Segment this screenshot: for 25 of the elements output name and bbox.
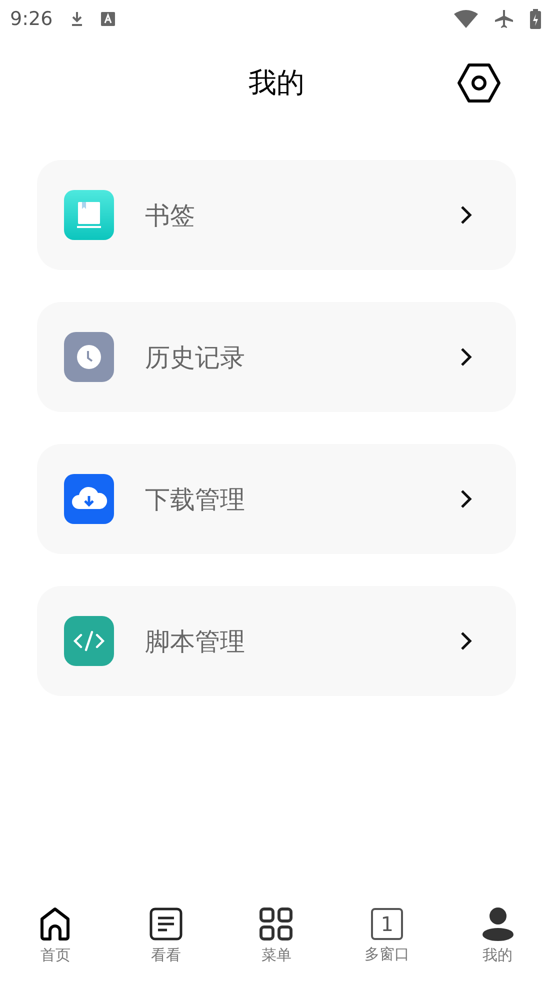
tab-item[interactable]: 看看	[110, 892, 222, 980]
settings-icon[interactable]	[457, 63, 501, 103]
battery-icon	[530, 9, 541, 29]
chevron-right-icon	[460, 489, 472, 509]
menu-item[interactable]: 书签	[37, 160, 516, 270]
book-icon	[64, 190, 114, 240]
page-title: 我的	[248, 65, 304, 101]
tab-item[interactable]: 1 多窗口	[332, 892, 442, 980]
cloud-download-icon	[64, 474, 114, 524]
tab-item[interactable]: 我的	[442, 892, 553, 980]
tab-item[interactable]: 首页	[0, 892, 111, 980]
airplane-icon	[494, 9, 514, 29]
code-icon	[64, 616, 114, 666]
chevron-right-icon	[460, 205, 472, 225]
clock-icon	[64, 332, 114, 382]
tab-item[interactable]: 菜单	[221, 892, 332, 980]
chevron-right-icon	[460, 347, 472, 367]
menu-item[interactable]: 脚本管理	[37, 586, 516, 696]
status-time: 9:26	[10, 8, 53, 30]
window-count-icon: 1	[371, 908, 404, 940]
menu-item[interactable]: 历史记录	[37, 302, 516, 412]
chevron-right-icon	[460, 631, 472, 651]
menu-item[interactable]: 下载管理	[37, 444, 516, 554]
wifi-icon	[454, 10, 478, 28]
keyboard-icon	[100, 12, 115, 26]
